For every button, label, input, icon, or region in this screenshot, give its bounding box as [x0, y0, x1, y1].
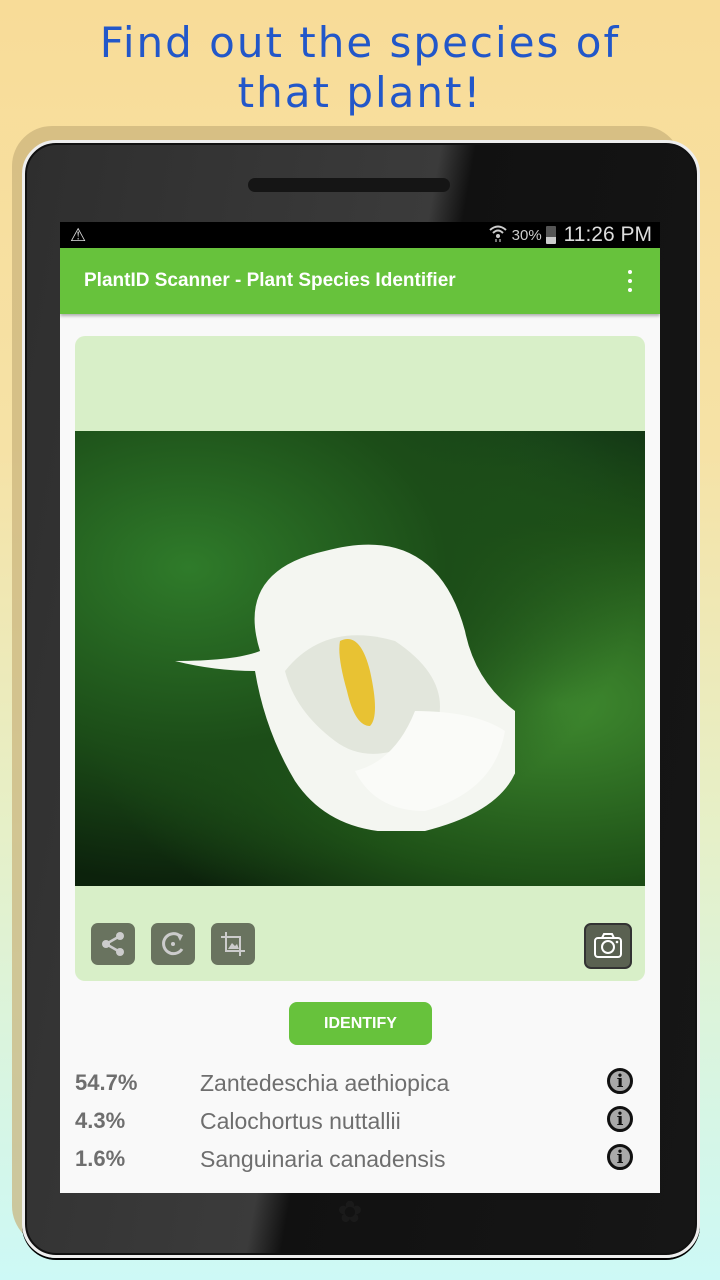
device-speaker: [248, 178, 450, 192]
result-species[interactable]: Sanguinaria canadensis: [200, 1146, 446, 1173]
result-species[interactable]: Zantedeschia aethiopica: [200, 1070, 449, 1097]
app-screen: ⚠ 30% 11:26 PM PlantID Scanner - Plant S…: [60, 222, 660, 1193]
camera-button[interactable]: [584, 923, 632, 969]
result-row: 4.3% Calochortus nuttallii i: [75, 1102, 645, 1140]
result-confidence: 54.7%: [75, 1070, 138, 1095]
camera-icon: [594, 933, 622, 958]
status-bar: ⚠ 30% 11:26 PM: [60, 222, 660, 248]
rotate-icon: [162, 932, 184, 956]
image-card: [75, 336, 645, 981]
results-list: 54.7% Zantedeschia aethiopica i 4.3% Cal…: [75, 1064, 645, 1178]
crop-icon: [221, 932, 245, 956]
result-confidence: 1.6%: [75, 1146, 126, 1171]
plant-photo[interactable]: [75, 431, 645, 886]
info-icon[interactable]: i: [607, 1106, 633, 1132]
result-row: 1.6% Sanguinaria canadensis i: [75, 1140, 645, 1178]
app-title: PlantID Scanner - Plant Species Identifi…: [84, 270, 456, 291]
share-button[interactable]: [91, 923, 135, 965]
calla-lily-image: [175, 544, 515, 831]
info-icon[interactable]: i: [607, 1068, 633, 1094]
share-icon: [102, 932, 124, 956]
status-time: 11:26 PM: [563, 223, 652, 246]
result-species[interactable]: Calochortus nuttallii: [200, 1108, 401, 1135]
info-icon[interactable]: i: [607, 1144, 633, 1170]
rotate-button[interactable]: [151, 923, 195, 965]
promo-line-1: Find out the species of: [99, 18, 621, 67]
overflow-menu-icon[interactable]: [622, 270, 638, 292]
result-row: 54.7% Zantedeschia aethiopica i: [75, 1064, 645, 1102]
promo-headline: Find out the species of that plant!: [0, 18, 720, 118]
wifi-icon: [488, 223, 508, 248]
battery-icon: [545, 226, 556, 244]
result-confidence: 4.3%: [75, 1108, 126, 1133]
crop-button[interactable]: [211, 923, 255, 965]
warning-icon: ⚠: [70, 225, 87, 245]
promo-line-2: that plant!: [237, 68, 483, 117]
identify-button[interactable]: IDENTIFY: [289, 1002, 432, 1045]
app-bar: PlantID Scanner - Plant Species Identifi…: [60, 248, 660, 314]
device-home-icon: ✿: [337, 1196, 363, 1229]
battery-percent: 30%: [511, 226, 542, 244]
